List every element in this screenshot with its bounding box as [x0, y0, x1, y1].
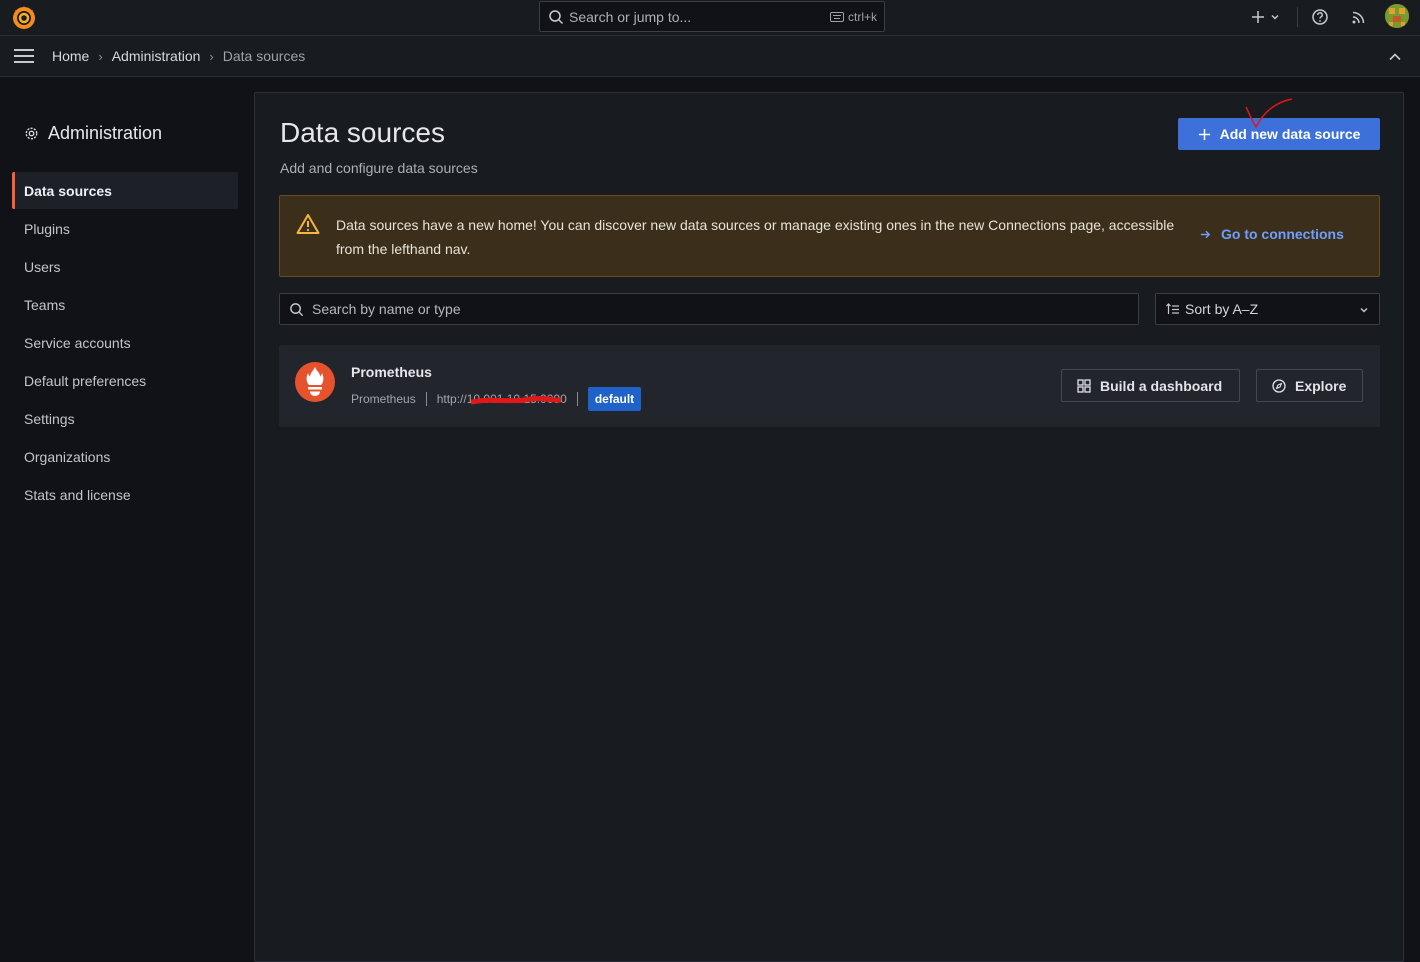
admin-sidebar: Administration Data sources Plugins User…	[0, 77, 254, 955]
datasource-url: http://10.001.10.15:9090	[436, 392, 567, 406]
chevron-down-icon	[1360, 308, 1368, 313]
sidebar-item-users[interactable]: Users	[12, 248, 238, 285]
sort-select[interactable]: Sort by A–Z	[1155, 293, 1380, 325]
page-title: Data sources	[280, 117, 445, 148]
breadcrumb: Home › Administration › Data sources	[52, 36, 305, 76]
sidebar-item-default-preferences[interactable]: Default preferences	[12, 362, 238, 399]
avatar-image	[1385, 4, 1409, 28]
datasource-search	[279, 293, 1139, 325]
chevron-down-icon	[1271, 15, 1279, 20]
add-data-source-button[interactable]: Add new data source	[1178, 118, 1380, 150]
datasource-name[interactable]: Prometheus	[351, 364, 432, 380]
apps-grid-icon	[1077, 378, 1091, 393]
breadcrumb-separator: ›	[98, 48, 103, 64]
top-bar: Search or jump to... ctrl+k	[0, 0, 1420, 36]
add-data-source-label: Add new data source	[1219, 126, 1361, 142]
search-icon	[549, 9, 564, 24]
breadcrumb-data-sources: Data sources	[222, 48, 306, 64]
compass-icon	[1272, 378, 1286, 393]
sort-select-value: Sort by A–Z	[1185, 301, 1259, 317]
arrow-right-icon	[1200, 230, 1211, 238]
sidebar-title: Administration	[24, 123, 162, 144]
build-dashboard-label: Build a dashboard	[1100, 377, 1223, 394]
keyboard-icon	[829, 11, 844, 22]
warning-icon	[296, 214, 320, 234]
sidebar-item-organizations[interactable]: Organizations	[12, 438, 238, 475]
datasource-card[interactable]: Prometheus Prometheus http://10.001.10.1…	[279, 345, 1380, 427]
sort-ascending-icon	[1166, 303, 1179, 314]
menu-icon[interactable]	[14, 48, 34, 64]
breadcrumb-administration[interactable]: Administration	[112, 48, 201, 64]
global-search-input[interactable]: Search or jump to... ctrl+k	[539, 1, 885, 32]
meta-separator	[576, 392, 578, 406]
sidebar-item-service-accounts[interactable]: Service accounts	[12, 324, 238, 361]
breadcrumb-separator: ›	[209, 48, 214, 64]
plus-icon	[1198, 128, 1210, 140]
explore-button[interactable]: Explore	[1256, 369, 1363, 402]
sidebar-item-stats-and-license[interactable]: Stats and license	[12, 476, 238, 513]
explore-label: Explore	[1295, 377, 1347, 394]
news-button[interactable]	[1351, 0, 1367, 34]
new-menu-button[interactable]	[1250, 0, 1281, 34]
meta-separator	[425, 392, 427, 406]
search-icon	[290, 302, 304, 316]
shortcut-hint: ctrl+k	[829, 9, 877, 24]
topbar-divider	[1297, 7, 1298, 27]
help-icon	[1312, 9, 1328, 25]
breadcrumb-bar: Home › Administration › Data sources	[0, 36, 1420, 77]
datasource-url-wrap: http://10.001.10.15:9090	[437, 392, 567, 406]
sidebar-item-settings[interactable]: Settings	[12, 400, 238, 437]
prometheus-logo-icon	[295, 362, 335, 402]
datasource-type: Prometheus	[351, 392, 416, 406]
breadcrumb-home[interactable]: Home	[52, 48, 89, 64]
sidebar-item-data-sources[interactable]: Data sources	[12, 172, 238, 209]
plus-icon	[1252, 11, 1264, 23]
datasource-meta: Prometheus http://10.001.10.15:9090 defa…	[351, 387, 642, 411]
main-panel: Data sources Add and configure data sour…	[254, 92, 1404, 962]
chevron-up-icon[interactable]	[1388, 50, 1402, 64]
search-placeholder: Search or jump to...	[569, 8, 692, 25]
datasource-search-input[interactable]	[310, 300, 1110, 318]
avatar[interactable]	[1385, 4, 1409, 28]
alert-message: Data sources have a new home! You can di…	[336, 217, 1175, 257]
go-to-connections-label: Go to connections	[1221, 226, 1344, 242]
sidebar-title-text: Administration	[48, 123, 163, 143]
shortcut-text: ctrl+k	[847, 9, 877, 24]
sidebar-item-plugins[interactable]: Plugins	[12, 210, 238, 247]
help-button[interactable]	[1311, 0, 1329, 34]
grafana-logo-icon[interactable]	[11, 4, 37, 30]
connections-alert: Data sources have a new home! You can di…	[279, 195, 1380, 277]
gear-icon	[25, 127, 38, 140]
build-dashboard-button[interactable]: Build a dashboard	[1061, 369, 1240, 402]
default-badge: default	[587, 387, 642, 411]
go-to-connections-link[interactable]: Go to connections	[1200, 226, 1344, 242]
rss-icon	[1352, 11, 1365, 24]
sidebar-item-teams[interactable]: Teams	[12, 286, 238, 323]
page-subtitle: Add and configure data sources	[280, 160, 478, 176]
